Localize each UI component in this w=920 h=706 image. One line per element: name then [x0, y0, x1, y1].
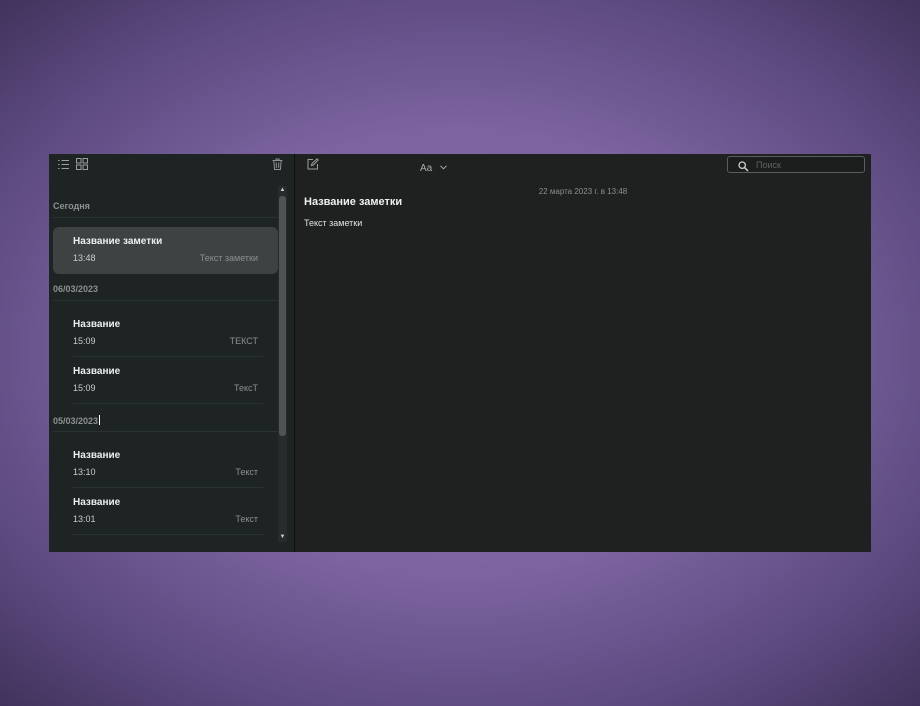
note-time: 15:09 — [73, 336, 96, 346]
scroll-down-arrow-icon[interactable]: ▼ — [278, 533, 287, 542]
editor-toolbar: Aa — [295, 154, 871, 176]
group-label-text: 05/03/2023 — [53, 416, 99, 426]
sidebar-toolbar — [49, 154, 295, 176]
text-cursor — [99, 415, 101, 425]
notes-window: Сегодня Название заметки 13:48 Текст зам… — [49, 154, 871, 552]
note-separator — [73, 534, 263, 535]
compose-icon[interactable] — [307, 158, 321, 172]
note-time: 13:10 — [73, 467, 96, 477]
note-item[interactable]: Название 15:09 ТЕКСТ — [53, 310, 278, 357]
notes-list: Сегодня Название заметки 13:48 Текст зам… — [49, 186, 278, 548]
note-preview: ТЕКСТ — [229, 336, 258, 346]
format-label: Aa — [420, 163, 433, 174]
note-preview: Текст заметки — [199, 253, 258, 263]
note-title: Название — [73, 366, 121, 377]
group-divider — [53, 300, 278, 301]
note-body-text[interactable]: Текст заметки — [304, 218, 362, 228]
notes-scrollbar[interactable]: ▲ ▼ — [278, 186, 287, 542]
note-item[interactable]: Название 13:10 Текст — [53, 441, 278, 488]
note-time: 15:09 — [73, 383, 96, 393]
group-label-date: 05/03/2023 — [53, 415, 101, 426]
note-preview: ТексТ — [233, 383, 258, 393]
group-divider — [53, 431, 278, 432]
note-title-heading[interactable]: Название заметки — [304, 196, 402, 208]
note-preview: Текст — [235, 514, 258, 524]
note-item[interactable]: Название 15:09 ТексТ — [53, 357, 278, 404]
chevron-down-icon — [439, 157, 447, 175]
note-title: Название — [73, 497, 121, 508]
scroll-up-arrow-icon[interactable]: ▲ — [278, 186, 287, 195]
notes-sidebar: Сегодня Название заметки 13:48 Текст зам… — [49, 154, 295, 552]
note-date: 22 марта 2023 г. в 13:48 — [538, 187, 628, 196]
trash-icon[interactable] — [272, 158, 286, 172]
note-item[interactable]: Название 13:01 Текст — [53, 488, 278, 535]
search-input[interactable] — [756, 157, 856, 172]
note-time: 13:48 — [73, 253, 96, 263]
note-item-selected[interactable]: Название заметки 13:48 Текст заметки — [53, 227, 278, 274]
note-title: Название — [73, 450, 121, 461]
scroll-thumb[interactable] — [279, 196, 286, 436]
search-field[interactable] — [727, 156, 865, 173]
note-title: Название — [73, 319, 121, 330]
search-icon — [738, 159, 749, 177]
group-label-date: 06/03/2023 — [53, 284, 99, 294]
grid-icon[interactable] — [76, 158, 90, 172]
format-menu-button[interactable]: Aa — [420, 157, 447, 176]
group-label-today: Сегодня — [53, 201, 90, 211]
note-preview: Текст — [235, 467, 258, 477]
note-time: 13:01 — [73, 514, 96, 524]
note-separator — [73, 403, 263, 404]
note-editor: Aa 22 марта 2023 г. в 13:48 Название зам… — [295, 154, 871, 552]
list-icon[interactable] — [57, 158, 71, 172]
group-divider — [53, 217, 278, 218]
note-title: Название заметки — [73, 236, 163, 247]
